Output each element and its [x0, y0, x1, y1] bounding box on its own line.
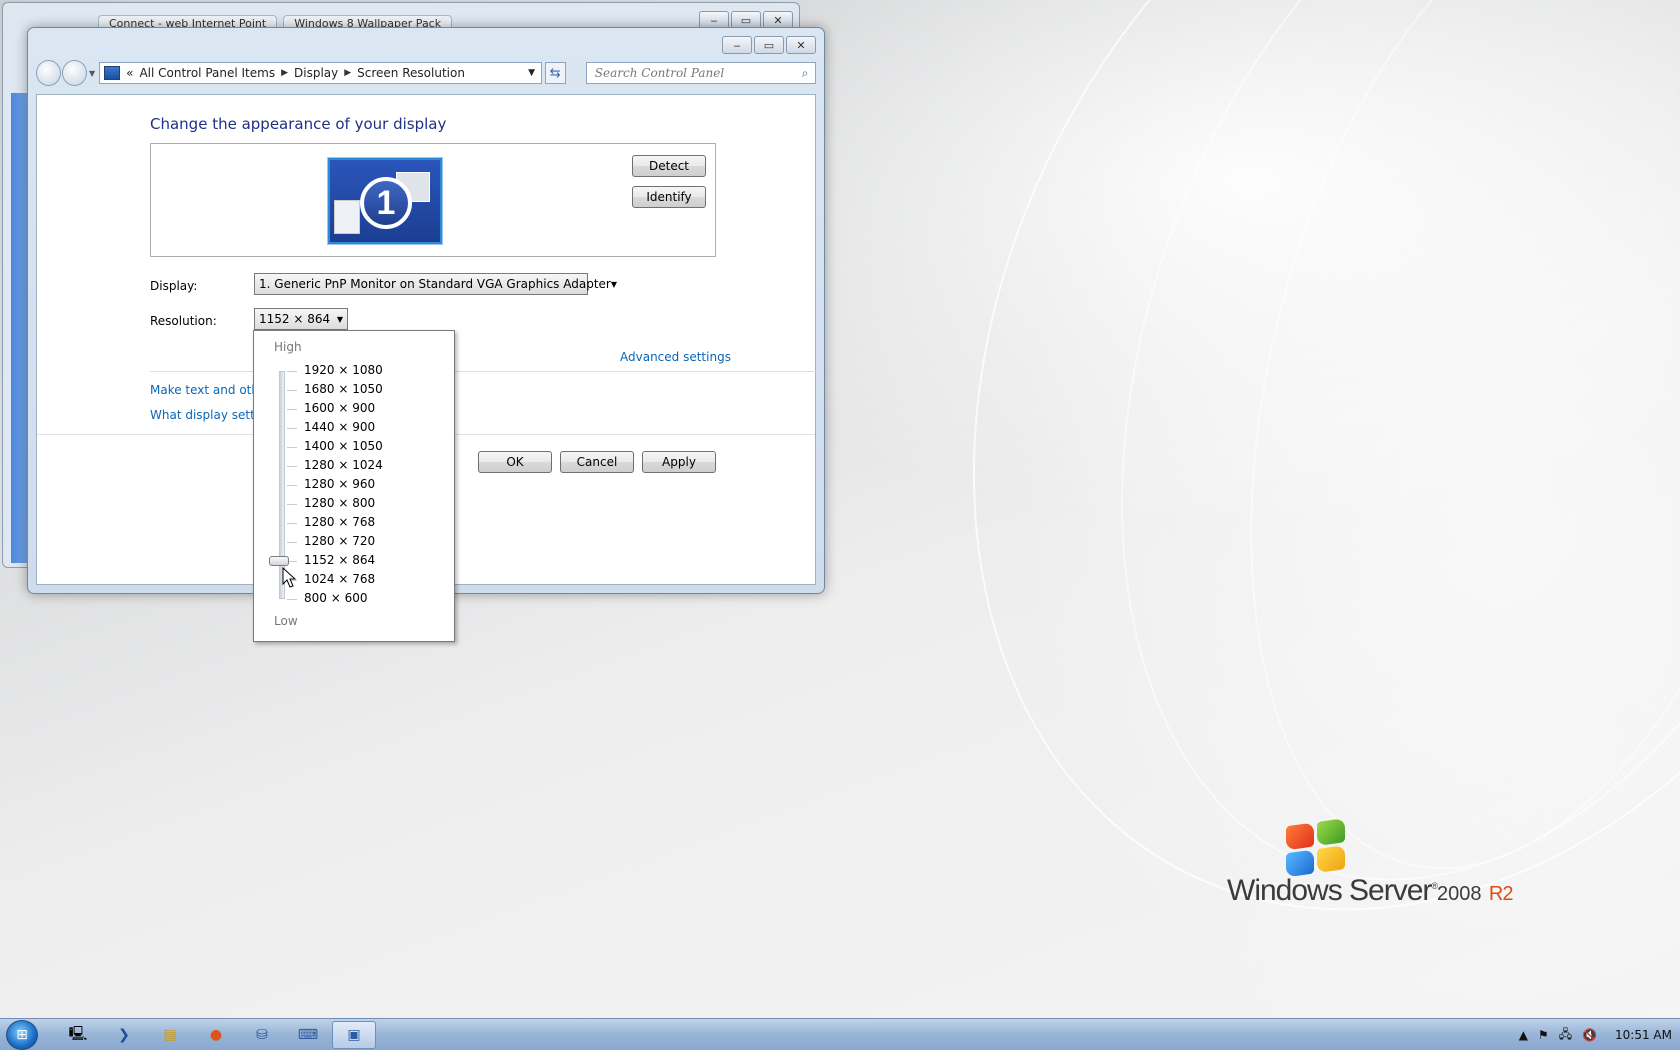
- display-select[interactable]: 1. Generic PnP Monitor on Standard VGA G…: [254, 273, 617, 295]
- windows-flag-icon: [1286, 818, 1348, 883]
- resolution-option[interactable]: 1024 × 768: [304, 572, 375, 586]
- slider-tick: [287, 428, 297, 429]
- explorer-icon[interactable]: ▤: [148, 1021, 192, 1049]
- resolution-option[interactable]: 800 × 600: [304, 591, 368, 605]
- display-icon[interactable]: ▣: [332, 1021, 376, 1049]
- resolution-option[interactable]: 1600 × 900: [304, 401, 375, 415]
- resolution-option[interactable]: 1280 × 720: [304, 534, 375, 548]
- slider-tick: [287, 390, 297, 391]
- navigation-bar: ▼ « All Control Panel Items ▶ Display ▶ …: [36, 60, 816, 86]
- resolution-select-value: 1152 × 864: [259, 312, 331, 326]
- resolution-select[interactable]: 1152 × 864 ▼: [254, 308, 348, 330]
- search-input[interactable]: Search Control Panel ⌕: [585, 62, 816, 84]
- breadcrumb-separator-icon[interactable]: ▶: [281, 68, 288, 78]
- close-button[interactable]: ✕: [786, 36, 816, 54]
- breadcrumb-all-control-panel-items[interactable]: All Control Panel Items: [139, 66, 275, 80]
- control-panel-icon: [104, 66, 121, 80]
- slider-tick: [287, 485, 297, 486]
- resolution-option[interactable]: 1280 × 768: [304, 515, 375, 529]
- chevron-down-icon: ▼: [336, 314, 344, 324]
- identify-button[interactable]: Identify: [632, 186, 706, 208]
- slider-tick: [287, 409, 297, 410]
- display-preview-panel: 1 Detect Identify: [150, 143, 716, 257]
- breadcrumb-prefix[interactable]: «: [126, 66, 133, 80]
- monitor-number: 1: [360, 177, 412, 229]
- monitor-1-icon[interactable]: 1: [328, 158, 442, 244]
- resolution-option[interactable]: 1280 × 800: [304, 496, 375, 510]
- slider-tick: [287, 447, 297, 448]
- mouse-pointer-icon: [282, 567, 296, 588]
- server-manager-icon[interactable]: 🖳: [56, 1021, 100, 1049]
- breadcrumb-display[interactable]: Display: [294, 66, 338, 80]
- chevron-down-icon: ▼: [610, 279, 617, 289]
- brand-name: Windows Server: [1227, 874, 1432, 907]
- high-label: High: [274, 340, 302, 354]
- refresh-button[interactable]: ⇆: [544, 62, 566, 84]
- apply-button[interactable]: Apply: [642, 451, 716, 473]
- volume-muted-icon[interactable]: 🔇: [1582, 1028, 1597, 1042]
- search-placeholder: Search Control Panel: [594, 66, 725, 80]
- start-button[interactable]: ⊞: [6, 1020, 38, 1050]
- brand-edition: R2: [1488, 883, 1514, 905]
- resolution-dropdown[interactable]: High 1920 × 1080 1680 × 1050 1600 × 900 144…: [253, 330, 455, 642]
- resolution-option[interactable]: 1440 × 900: [304, 420, 375, 434]
- display-select-value: 1. Generic PnP Monitor on Standard VGA G…: [259, 277, 611, 291]
- slider-tick: [287, 504, 297, 505]
- keyboard-icon[interactable]: ⌨: [286, 1021, 330, 1049]
- maximize-button[interactable]: ▭: [754, 36, 784, 54]
- resolution-option[interactable]: 1920 × 1080: [304, 363, 383, 377]
- minimize-button[interactable]: ‒: [722, 36, 752, 54]
- cancel-button[interactable]: Cancel: [560, 451, 634, 473]
- action-center-flag-icon[interactable]: ⚑: [1538, 1028, 1549, 1042]
- resolution-option[interactable]: 1280 × 960: [304, 477, 375, 491]
- breadcrumb-separator-icon[interactable]: ▶: [344, 68, 351, 78]
- address-bar[interactable]: « All Control Panel Items ▶ Display ▶ Sc…: [99, 62, 542, 84]
- slider-tick: [287, 466, 297, 467]
- advanced-settings-link[interactable]: Advanced settings: [620, 350, 731, 364]
- show-hidden-icon[interactable]: ▲: [1519, 1028, 1528, 1042]
- low-label: Low: [274, 614, 298, 628]
- slider-tick: [287, 599, 297, 600]
- breadcrumb-screen-resolution[interactable]: Screen Resolution: [357, 66, 465, 80]
- clock[interactable]: 10:51 AM: [1615, 1028, 1672, 1042]
- resolution-option[interactable]: 1152 × 864: [304, 553, 375, 567]
- windows-server-logo: Windows Server®2008 R2: [1227, 818, 1513, 918]
- window-controls: ‒ ▭ ✕: [722, 36, 816, 54]
- wallpaper-streak: [1156, 0, 1680, 929]
- resolution-slider-thumb[interactable]: [269, 556, 289, 566]
- taskbar: ⊞ 🖳 ❯ ▤ ● ⛁ ⌨ ▣ ▲ ⚑ 🖧 🔇 10:51 AM: [0, 1018, 1680, 1050]
- detect-button[interactable]: Detect: [632, 155, 706, 177]
- firefox-icon[interactable]: ●: [194, 1021, 238, 1049]
- page-title: Change the appearance of your display: [150, 115, 447, 133]
- slider-tick: [287, 371, 297, 372]
- forward-button[interactable]: [61, 60, 87, 86]
- network-tray-icon[interactable]: 🖧: [1559, 1025, 1572, 1046]
- window-thumbnail: [334, 200, 360, 234]
- address-dropdown-icon[interactable]: ▼: [523, 68, 541, 78]
- network-icon[interactable]: ⛁: [240, 1021, 284, 1049]
- brand-text: Windows Server®2008 R2: [1227, 874, 1514, 907]
- slider-tick: [287, 523, 297, 524]
- ok-button[interactable]: OK: [478, 451, 552, 473]
- resolution-option[interactable]: 1400 × 1050: [304, 439, 383, 453]
- divider: [150, 371, 816, 372]
- resolution-option[interactable]: 1280 × 1024: [304, 458, 383, 472]
- brand-version: 2008: [1437, 883, 1482, 905]
- search-icon[interactable]: ⌕: [795, 66, 815, 81]
- resolution-label: Resolution:: [150, 314, 217, 328]
- back-button[interactable]: [36, 60, 61, 86]
- display-label: Display:: [150, 279, 198, 293]
- powershell-icon[interactable]: ❯: [102, 1021, 146, 1049]
- recent-pages-chevron-icon[interactable]: ▼: [89, 69, 95, 78]
- resolution-option[interactable]: 1680 × 1050: [304, 382, 383, 396]
- slider-tick: [287, 542, 297, 543]
- system-tray: ▲ ⚑ 🖧 🔇 10:51 AM: [1519, 1019, 1672, 1050]
